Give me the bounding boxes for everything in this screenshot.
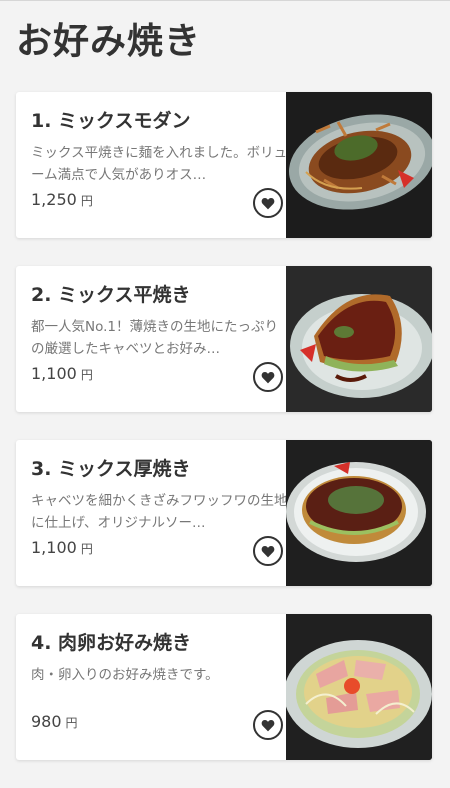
menu-item-title: 3. ミックス厚焼き bbox=[31, 458, 191, 480]
hirayaki-photo bbox=[286, 266, 432, 412]
price-value: 980 bbox=[31, 712, 62, 731]
menu-item-description: 都一人気No.1！薄焼きの生地にたっぷりの厳選したキャベツとお好み… bbox=[31, 319, 279, 357]
menu-item-title: 1. ミックスモダン bbox=[31, 110, 191, 132]
menu-item-text: 4. 肉卵お好み焼き 肉・卵入りのお好み焼きです。 980 円 bbox=[31, 614, 289, 760]
favorite-button[interactable] bbox=[253, 710, 283, 740]
price-currency: 円 bbox=[80, 194, 93, 208]
price-currency: 円 bbox=[80, 368, 93, 382]
favorite-button[interactable] bbox=[253, 188, 283, 218]
favorite-button[interactable] bbox=[253, 536, 283, 566]
menu-item-card[interactable]: 3. ミックス厚焼き キャベツを細かくきざみフワッフワの生地に仕上げ、オリジナル… bbox=[16, 440, 432, 586]
menu-item-description: ミックス平焼きに麺を入れました。ボリューム満点で人気がありオス… bbox=[31, 145, 288, 183]
favorite-button[interactable] bbox=[253, 362, 283, 392]
menu-item-description: キャベツを細かくきざみフワッフワの生地に仕上げ、オリジナルソー… bbox=[31, 493, 288, 531]
price-value: 1,100 bbox=[31, 538, 77, 557]
heart-icon bbox=[261, 545, 275, 557]
heart-icon bbox=[261, 371, 275, 383]
modan-photo bbox=[286, 92, 432, 238]
price-value: 1,250 bbox=[31, 190, 77, 209]
price-value: 1,100 bbox=[31, 364, 77, 383]
atsuyaki-photo bbox=[286, 440, 432, 586]
top-divider bbox=[0, 0, 450, 1]
page-title: お好み焼き bbox=[16, 21, 202, 62]
heart-icon bbox=[261, 197, 275, 209]
menu-item-price: 980 円 bbox=[31, 710, 78, 735]
menu-item-card[interactable]: 2. ミックス平焼き 都一人気No.1！薄焼きの生地にたっぷりの厳選したキャベツ… bbox=[16, 266, 432, 412]
menu-item-price: 1,100 円 bbox=[31, 362, 93, 387]
price-currency: 円 bbox=[80, 542, 93, 556]
menu-item-price: 1,100 円 bbox=[31, 536, 93, 561]
menu-item-text: 1. ミックスモダン ミックス平焼きに麺を入れました。ボリューム満点で人気があり… bbox=[31, 92, 289, 238]
menu-item-text: 2. ミックス平焼き 都一人気No.1！薄焼きの生地にたっぷりの厳選したキャベツ… bbox=[31, 266, 289, 412]
menu-item-card[interactable]: 1. ミックスモダン ミックス平焼きに麺を入れました。ボリューム満点で人気があり… bbox=[16, 92, 432, 238]
nikutama-photo bbox=[286, 614, 432, 760]
menu-item-card[interactable]: 4. 肉卵お好み焼き 肉・卵入りのお好み焼きです。 980 円 bbox=[16, 614, 432, 760]
menu-list: 1. ミックスモダン ミックス平焼きに麺を入れました。ボリューム満点で人気があり… bbox=[16, 92, 432, 788]
menu-item-text: 3. ミックス厚焼き キャベツを細かくきざみフワッフワの生地に仕上げ、オリジナル… bbox=[31, 440, 289, 586]
menu-item-title: 4. 肉卵お好み焼き bbox=[31, 632, 192, 654]
menu-item-price: 1,250 円 bbox=[31, 188, 93, 213]
price-currency: 円 bbox=[65, 716, 78, 730]
menu-item-title: 2. ミックス平焼き bbox=[31, 284, 191, 306]
menu-item-description: 肉・卵入りのお好み焼きです。 bbox=[31, 667, 219, 683]
heart-icon bbox=[261, 719, 275, 731]
